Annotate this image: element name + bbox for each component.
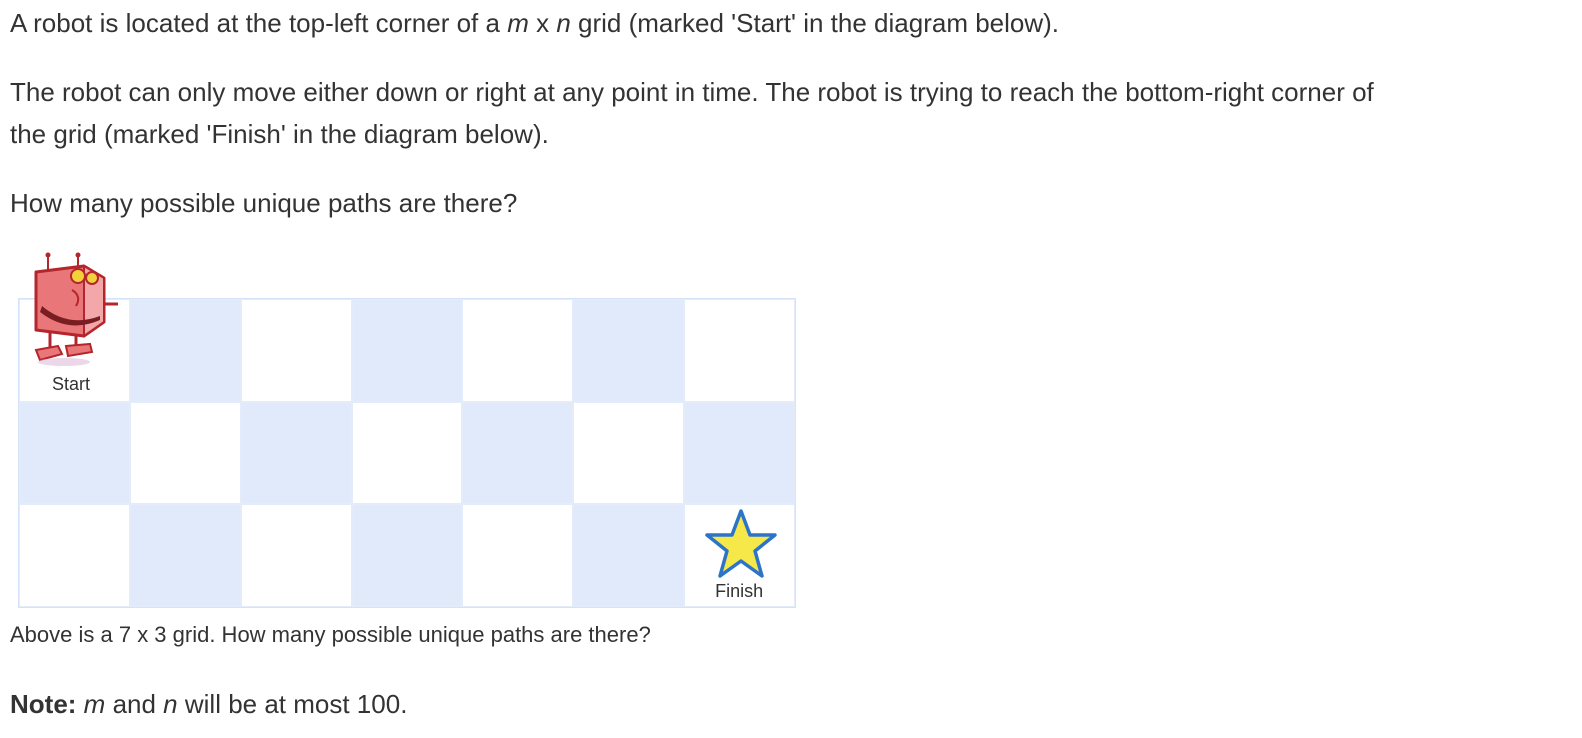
grid-caption: Above is a 7 x 3 grid. How many possible…: [10, 622, 651, 647]
intro-text-before: A robot is located at the top-left corne…: [10, 8, 508, 38]
grid-cell-r3-c1: [19, 504, 130, 607]
grid-cell-r3-c5: [462, 504, 574, 607]
grid-cell-r1-c2: [129, 299, 241, 402]
grid-cell-r2-c4: [351, 401, 463, 505]
intro-text-x: x: [528, 8, 557, 38]
grid-cell-r3-c6: [573, 504, 685, 607]
finish-label: Finish: [715, 580, 764, 601]
movement-line-1: The robot can only move either down or r…: [10, 77, 1374, 107]
grid-cell-r2-c1: [19, 401, 130, 505]
note-var-n: n: [163, 689, 178, 719]
grid-cell-r2-c6: [573, 401, 685, 505]
var-m: m: [507, 8, 529, 38]
grid-cell-r1-c6: [573, 299, 685, 402]
grid-cell-r2-c3: [240, 401, 352, 505]
grid-cell-r2-c7: [684, 401, 795, 505]
grid-cell-r1-c5: [462, 299, 574, 402]
note-var-m: m: [83, 689, 106, 719]
grid-cell-r3-c2: [129, 504, 241, 607]
grid-cell-r2-c2: [129, 401, 241, 505]
movement-paragraph: The robot can only move either down or r…: [10, 71, 1374, 155]
note-text-rest: will be at most 100.: [177, 689, 408, 719]
movement-line-2: the grid (marked 'Finish' in the diagram…: [10, 119, 549, 149]
question-paragraph: How many possible unique paths are there…: [10, 188, 518, 218]
var-n: n: [556, 8, 571, 38]
star-icon: [705, 509, 777, 578]
note-label: Note:: [10, 689, 77, 719]
grid-cell-r3-c4: [351, 504, 463, 607]
grid-cell-r2-c5: [462, 401, 574, 505]
intro-text-after: grid (marked 'Start' in the diagram belo…: [570, 8, 1060, 38]
grid-cell-r3-c3: [240, 504, 352, 607]
robot-icon: [34, 252, 118, 366]
intro-paragraph: A robot is located at the top-left corne…: [10, 2, 1059, 44]
grid-cell-r1-c7: [684, 299, 795, 402]
grid-diagram: Start Finish: [18, 298, 796, 608]
grid-cell-r1-c4: [351, 299, 463, 402]
note-text-mid: and: [105, 689, 164, 719]
note-paragraph: Note: m and n will be at most 100.: [10, 683, 407, 725]
start-label: Start: [52, 373, 91, 394]
grid-cell-r1-c3: [240, 299, 352, 402]
